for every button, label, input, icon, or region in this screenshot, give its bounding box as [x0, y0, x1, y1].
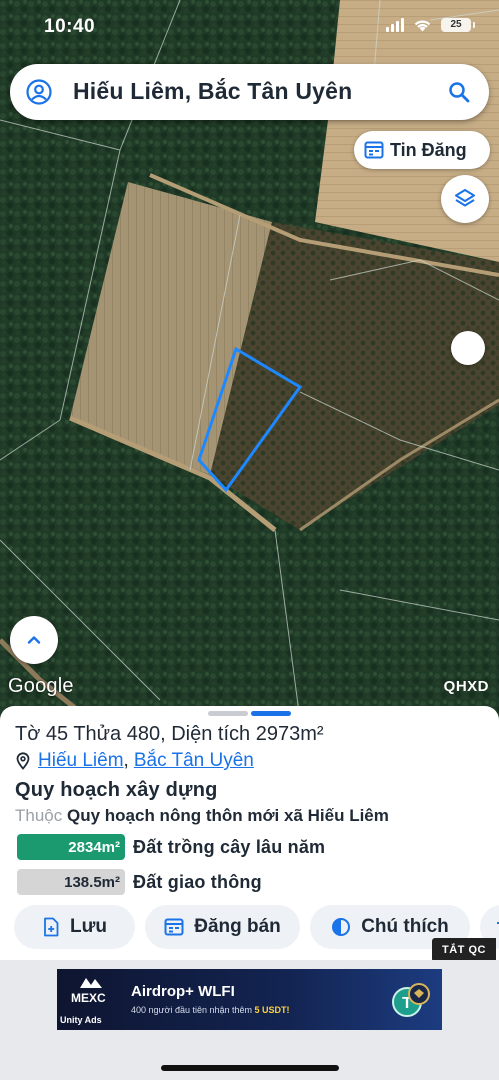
- planning-section-heading: Quy hoạch xây dựng: [15, 779, 218, 801]
- parcel-title: Tờ 45 Thửa 480, Diện tích 2973m²: [15, 723, 324, 745]
- post-for-sale-label: Đăng bán: [194, 916, 281, 937]
- tin-dang-label: Tin Đăng: [390, 139, 467, 160]
- wifi-icon: [414, 20, 431, 32]
- calendar-list-icon: [164, 918, 184, 936]
- expand-sheet-button[interactable]: [10, 616, 58, 664]
- parcel-location: Hiếu Liêm , Bắc Tân Uyên: [15, 750, 254, 772]
- chevron-up-icon: [27, 636, 41, 644]
- google-logo: Google: [8, 675, 74, 697]
- user-account-icon[interactable]: [26, 79, 52, 105]
- close-ad-button[interactable]: TẮT QC: [432, 938, 496, 962]
- land-use-label: Đất trồng cây lâu năm: [133, 836, 326, 857]
- ad-brand: MEXC: [71, 991, 106, 1005]
- satellite-map[interactable]: 10:40 25 Hiếu Liêm, Bắc Tân Uyên Tin Đăn…: [0, 0, 499, 720]
- commune-link[interactable]: Hiếu Liêm: [38, 750, 124, 772]
- half-circle-icon: [332, 918, 351, 936]
- map-layers-button[interactable]: [441, 175, 489, 223]
- layer-code-label: QHXD: [443, 678, 489, 695]
- district-link[interactable]: Bắc Tân Uyên: [134, 750, 254, 772]
- land-use-label: Đất giao thông: [133, 871, 262, 892]
- status-bar: 10:40 25: [0, 0, 499, 54]
- ad-banner[interactable]: MEXC Unity Ads Airdrop+ WLFI 400 người đ…: [57, 969, 442, 1030]
- battery-icon: 25: [441, 18, 475, 32]
- search-icon[interactable]: [447, 80, 471, 104]
- map-drag-handle[interactable]: [451, 331, 485, 365]
- ad-area: MEXC Unity Ads Airdrop+ WLFI 400 người đ…: [0, 960, 499, 1080]
- location-pin-icon: [16, 752, 30, 770]
- planning-belongs-row: Thuộc Quy hoạch nông thôn mới xã Hiếu Li…: [15, 806, 389, 826]
- tin-dang-button[interactable]: Tin Đăng: [354, 131, 490, 169]
- ad-network-label: Unity Ads: [60, 1015, 102, 1025]
- calendar-list-icon: [364, 141, 384, 159]
- ad-title: Airdrop+ WLFI: [131, 983, 235, 1000]
- more-actions-icon: [497, 922, 499, 924]
- land-use-row: 138.5m² Đất giao thông: [17, 869, 262, 895]
- home-indicator[interactable]: [161, 1065, 339, 1071]
- ad-subtitle-prefix: 400 người đầu tiên nhận thêm: [131, 1005, 253, 1015]
- planning-name: Quy hoạch nông thôn mới xã Hiếu Liêm: [66, 806, 389, 825]
- land-area-badge: 138.5m²: [17, 869, 125, 895]
- action-buttons-row: Lưu Đăng bán Chú thích: [14, 905, 499, 949]
- ad-subtitle-highlight: 5 USDT!: [254, 1005, 290, 1015]
- layers-icon: [455, 189, 475, 207]
- cellular-signal-icon: [386, 18, 404, 32]
- status-icons: 25: [386, 18, 475, 32]
- legend-label: Chú thích: [361, 916, 449, 937]
- belongs-prefix: Thuộc: [15, 806, 63, 825]
- file-plus-icon: [44, 917, 59, 937]
- sheet-drag-handle[interactable]: [208, 711, 291, 716]
- search-location-text[interactable]: Hiếu Liêm, Bắc Tân Uyên: [73, 78, 352, 105]
- land-use-row: 2834m² Đất trồng cây lâu năm: [17, 834, 325, 860]
- coin-graphic-icon: T: [392, 983, 430, 1017]
- save-button[interactable]: Lưu: [14, 905, 135, 949]
- mexc-logo-icon: [80, 978, 102, 988]
- status-time: 10:40: [44, 16, 96, 37]
- location-separator: ,: [123, 750, 129, 771]
- ad-subtitle: 400 người đầu tiên nhận thêm 5 USDT!: [131, 1005, 290, 1015]
- land-area-badge: 2834m²: [17, 834, 125, 860]
- save-label: Lưu: [70, 916, 107, 937]
- search-bar[interactable]: Hiếu Liêm, Bắc Tân Uyên: [10, 64, 489, 120]
- post-for-sale-button[interactable]: Đăng bán: [145, 905, 300, 949]
